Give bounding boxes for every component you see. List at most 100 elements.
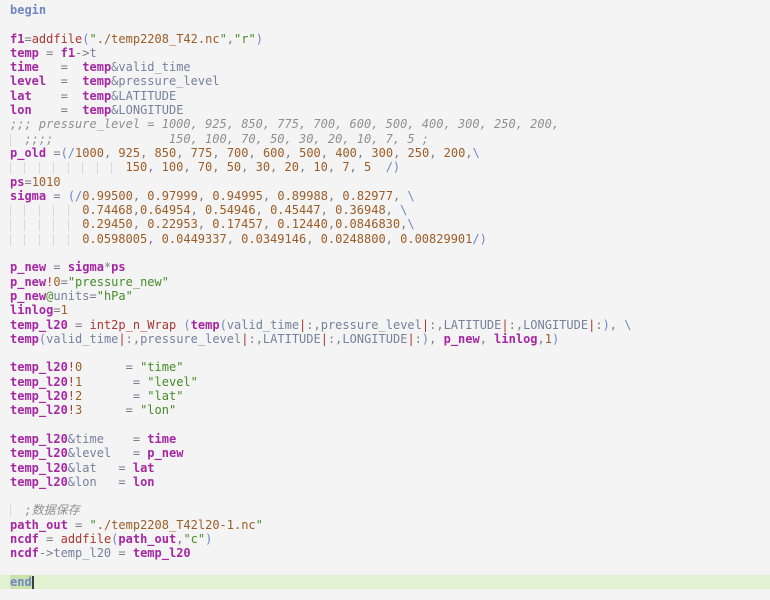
code-token: 150 [126, 160, 148, 174]
code-line: temp_l20 = int2p_n_Wrap (temp(valid_time… [10, 318, 770, 332]
code-token: 20 [285, 160, 299, 174]
code-token: " [90, 32, 97, 46]
code-token: p_new [147, 446, 183, 460]
code-token: = [46, 260, 68, 274]
code-token: = [61, 275, 68, 289]
code-token [111, 446, 133, 460]
code-token: = [126, 403, 140, 417]
code-token: p_old [10, 146, 46, 160]
code-token: temp [82, 74, 111, 88]
code-token: temp [82, 89, 111, 103]
code-token: 0.99500 [82, 189, 133, 203]
code-token: , [140, 146, 154, 160]
code-line: time = temp&valid_time [10, 60, 770, 74]
code-token: "c" [183, 532, 205, 546]
code-token: LONGITUDE [342, 332, 407, 346]
code-token: 100 [162, 160, 184, 174]
code-line: ps=1010 [10, 175, 770, 189]
code-token: int2p_n_Wrap [89, 318, 176, 332]
code-token: 10 [313, 160, 327, 174]
code-token: 0.94995 [212, 189, 263, 203]
code-token: linlog [10, 303, 53, 317]
code-line: 150, 100, 70, 50, 30, 20, 10, 7, 5 /) [10, 160, 770, 174]
code-token: 7 [342, 160, 349, 174]
code-token: temp [82, 60, 111, 74]
code-token: 0.0598005 [82, 232, 147, 246]
code-token: 200 [444, 146, 466, 160]
indent-guide [97, 162, 111, 174]
code-token: p_new [444, 332, 480, 346]
code-token: temp_l20 [10, 403, 68, 417]
code-token: = [24, 32, 31, 46]
code-token [97, 475, 119, 489]
code-token: , [256, 203, 270, 217]
code-token: = [133, 375, 147, 389]
indent-guide [68, 162, 82, 174]
code-token: 0.36948 [335, 203, 386, 217]
indent-guide [10, 234, 24, 246]
code-token: (/ [61, 146, 75, 160]
code-token: = [32, 89, 83, 103]
code-line: ;数据保存 [10, 503, 770, 517]
code-token: temp [82, 103, 111, 117]
code-token: /) [472, 232, 486, 246]
indent-guide [39, 234, 53, 246]
code-token: = [39, 60, 82, 74]
code-line: ncdf->temp_l20 = temp_l20 [10, 546, 770, 560]
code-line [10, 346, 770, 360]
code-token: &level [68, 446, 111, 460]
code-line: temp_l20!0 = "time" [10, 360, 770, 374]
code-token: 0.97999 [147, 189, 198, 203]
code-token: = [133, 446, 147, 460]
code-line: path_out = "./temp2208_T42l20-1.nc" [10, 518, 770, 532]
code-token: :, [248, 332, 262, 346]
code-token: temp_l20 [133, 546, 191, 560]
code-token: ps [111, 260, 125, 274]
code-token: temp_l20 [10, 389, 68, 403]
indent-guide [24, 219, 38, 231]
code-token: " [89, 518, 96, 532]
indent-guide [68, 205, 82, 217]
text-cursor [32, 576, 34, 589]
code-token: 1 [545, 332, 552, 346]
code-token: 1000 [75, 146, 104, 160]
code-token: " [220, 32, 227, 46]
code-token: 600 [263, 146, 285, 160]
code-token: = [133, 389, 147, 403]
code-token: "pressure_new" [68, 275, 169, 289]
code-token: , [212, 146, 226, 160]
code-token: , [386, 203, 400, 217]
code-token [371, 160, 385, 174]
code-token: , [133, 189, 147, 203]
code-token: , [263, 217, 277, 231]
code-token: ./temp2208_T42l20-1.nc [97, 518, 256, 532]
code-token: ! [68, 403, 75, 417]
code-line: temp(valid_time|:,pressure_level|:,LATIT… [10, 332, 770, 346]
code-token: = [39, 532, 61, 546]
code-token: ! [68, 360, 75, 374]
code-token: t [90, 46, 97, 60]
code-token: " [256, 518, 263, 532]
code-token: 0.82977 [342, 189, 393, 203]
code-editor[interactable]: beginf1=addfile("./temp2208_T42.nc","r")… [0, 0, 770, 600]
code-token: 0.54946 [205, 203, 256, 217]
code-token: , [212, 160, 226, 174]
indent-guide [10, 205, 24, 217]
code-token: addfile [61, 532, 112, 546]
code-token: units [53, 289, 89, 303]
code-token: , [306, 232, 320, 246]
code-token: = [111, 546, 133, 560]
indent-guide [53, 234, 67, 246]
indent-guide [10, 162, 24, 174]
code-line: temp_l20&lon = lon [10, 475, 770, 489]
code-token: \ [407, 217, 414, 231]
code-token: = [118, 461, 132, 475]
indent-guide [53, 205, 67, 217]
code-token: ( [82, 32, 89, 46]
code-token: = [46, 189, 68, 203]
code-token: , [270, 160, 284, 174]
code-token: temp_l20 [10, 432, 68, 446]
code-token: 0.0349146 [241, 232, 306, 246]
code-token: 0.29450 [82, 217, 133, 231]
code-token: = [133, 432, 147, 446]
